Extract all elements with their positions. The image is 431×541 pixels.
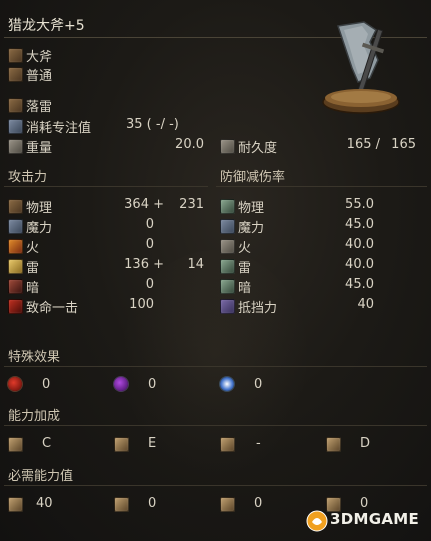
defense-label: 火 — [238, 241, 252, 256]
attack-base: 0 — [145, 217, 154, 232]
requirements-header: 必需能力值 — [8, 469, 74, 484]
defense-header: 防御减伤率 — [220, 170, 286, 185]
weight-label: 重量 — [26, 141, 53, 156]
attack-label: 火 — [26, 241, 40, 256]
fp-cost-value: 35 ( -/ -) — [126, 117, 179, 132]
special-effects-divider — [4, 366, 427, 367]
scaling-divider — [4, 425, 427, 426]
requirement-strength: 40 — [36, 496, 53, 511]
fp-cost-label: 消耗专注值 — [26, 121, 92, 136]
magic-attack-icon — [8, 219, 23, 234]
defense-value: 45.0 — [345, 217, 374, 232]
weight-icon — [8, 139, 23, 154]
physical-attack-icon — [8, 199, 23, 214]
attack-label: 魔力 — [26, 221, 53, 236]
weapon-name: 猎龙大斧+5 — [8, 18, 85, 34]
dexterity-icon — [114, 437, 129, 452]
requirement-faith: 0 — [360, 496, 369, 511]
intelligence-icon — [220, 497, 235, 512]
defense-value: 40.0 — [345, 257, 374, 272]
attack-label: 致命一击 — [26, 301, 79, 316]
watermark-logo-icon — [306, 510, 328, 532]
watermark-text: 3DMGAME — [330, 510, 420, 528]
weapon-type: 大斧 — [26, 50, 53, 65]
faith-icon — [326, 437, 341, 452]
scaling-intelligence: - — [256, 436, 261, 451]
requirement-intelligence: 0 — [254, 496, 263, 511]
scaling-strength: C — [42, 436, 52, 451]
scaling-header: 能力加成 — [8, 409, 61, 424]
requirements-divider — [4, 485, 427, 486]
strength-icon — [8, 497, 23, 512]
scaling-dexterity: E — [148, 436, 157, 451]
weapon-type-icon — [8, 48, 23, 63]
attack-type-icon — [8, 67, 23, 82]
attack-base: 364 + — [124, 197, 164, 212]
scaling-faith: D — [360, 436, 371, 451]
attack-type: 普通 — [26, 69, 53, 84]
attack-header-divider — [4, 186, 208, 187]
attack-label: 物理 — [26, 201, 53, 216]
defense-value: 45.0 — [345, 277, 374, 292]
fire-defense-icon — [220, 239, 235, 254]
durability-label: 耐久度 — [238, 141, 278, 156]
defense-value: 40 — [357, 297, 374, 312]
attack-base: 0 — [145, 277, 154, 292]
physical-defense-icon — [220, 199, 235, 214]
poison-icon — [114, 377, 128, 391]
intelligence-icon — [220, 437, 235, 452]
dark-defense-icon — [220, 279, 235, 294]
weapon-skill: 落雷 — [26, 100, 53, 115]
dexterity-icon — [114, 497, 129, 512]
dark-attack-icon — [8, 279, 23, 294]
defense-value: 40.0 — [345, 237, 374, 252]
attack-label: 暗 — [26, 281, 40, 296]
defense-value: 55.0 — [345, 197, 374, 212]
requirement-dexterity: 0 — [148, 496, 157, 511]
defense-label: 魔力 — [238, 221, 265, 236]
attack-header: 攻击力 — [8, 170, 48, 185]
attack-bonus: 14 — [187, 257, 204, 272]
lightning-defense-icon — [220, 259, 235, 274]
fire-attack-icon — [8, 239, 23, 254]
bleed-value: 0 — [42, 377, 51, 392]
stability-icon — [220, 299, 235, 314]
special-effects-header: 特殊效果 — [8, 350, 61, 365]
attack-bonus: 231 — [179, 197, 204, 212]
durability-icon — [220, 139, 235, 154]
defense-label: 暗 — [238, 281, 252, 296]
magic-defense-icon — [220, 219, 235, 234]
weapon-pedestal — [322, 89, 400, 114]
frost-value: 0 — [254, 377, 263, 392]
defense-header-divider — [216, 186, 427, 187]
fp-cost-icon — [8, 119, 23, 134]
bleed-icon — [8, 377, 22, 391]
attack-base: 100 — [129, 297, 154, 312]
defense-label: 抵挡力 — [238, 301, 278, 316]
attack-base: 136 + — [124, 257, 164, 272]
attack-label: 雷 — [26, 261, 40, 276]
weight-value: 20.0 — [175, 137, 204, 152]
poison-value: 0 — [148, 377, 157, 392]
attack-base: 0 — [145, 237, 154, 252]
critical-icon — [8, 299, 23, 314]
defense-label: 物理 — [238, 201, 265, 216]
lightning-attack-icon — [8, 259, 23, 274]
durability-value: 165 / — [346, 137, 380, 152]
durability-max: 165 — [391, 137, 416, 152]
defense-label: 雷 — [238, 261, 252, 276]
skill-icon — [8, 98, 23, 113]
strength-icon — [8, 437, 23, 452]
frost-icon — [220, 377, 234, 391]
